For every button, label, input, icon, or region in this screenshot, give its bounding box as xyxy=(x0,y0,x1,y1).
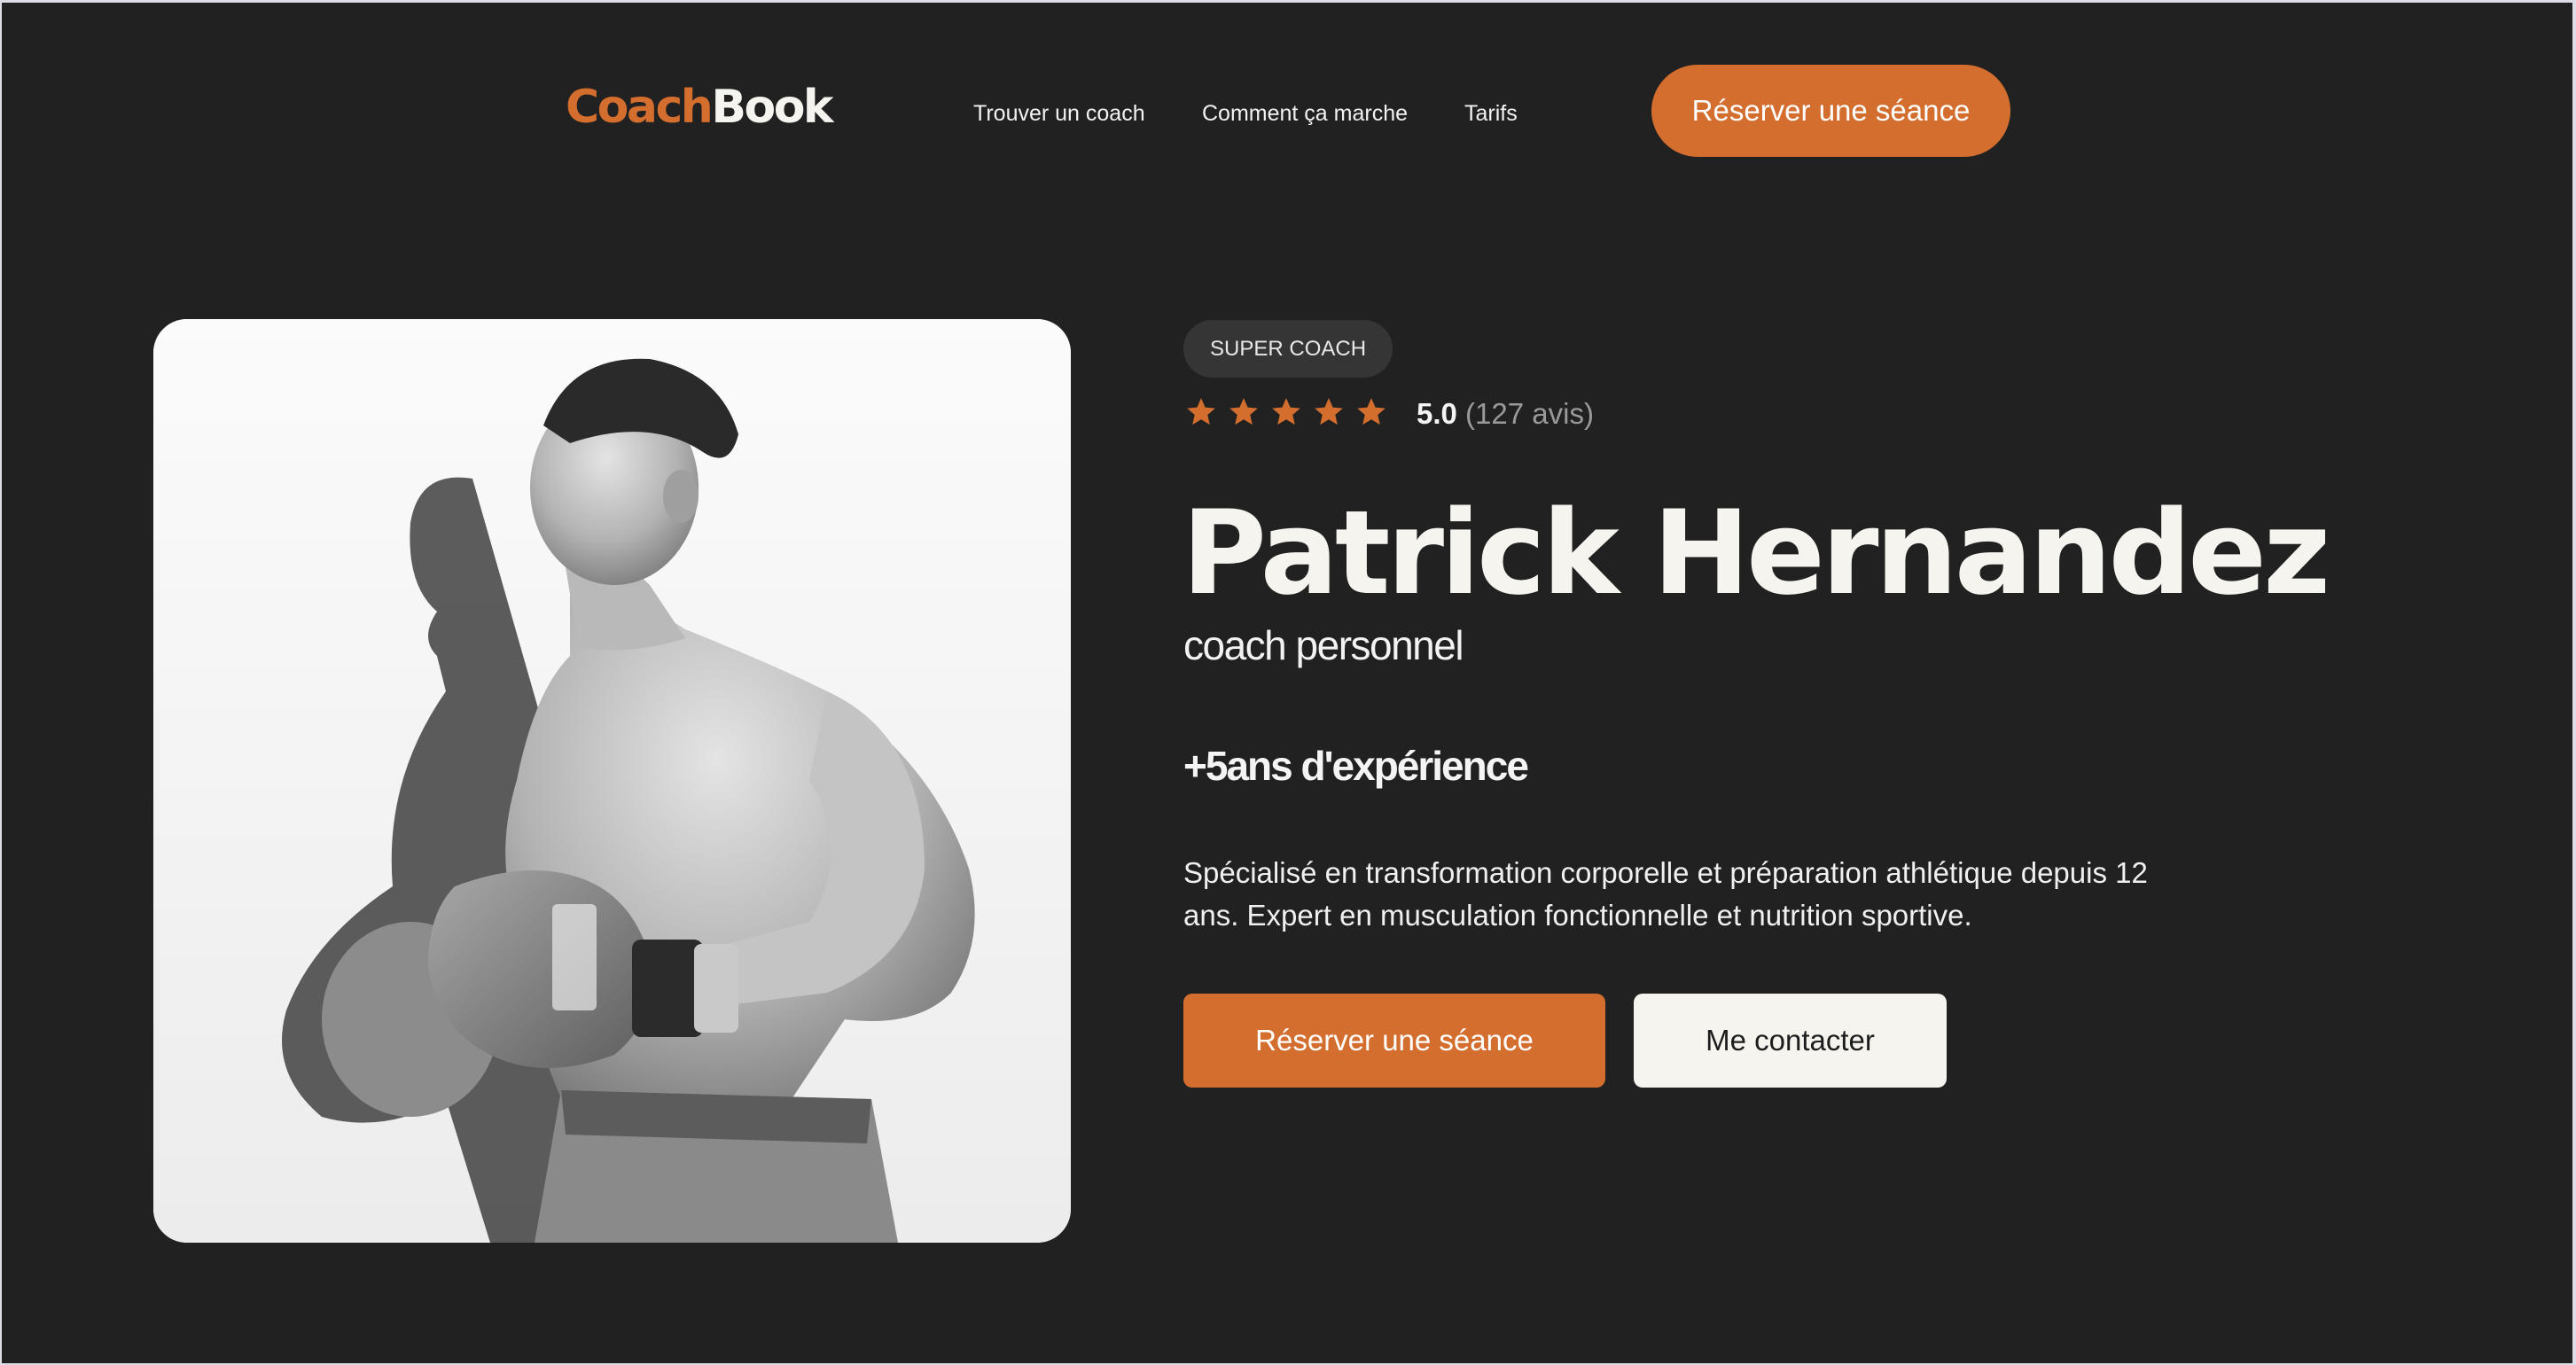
logo[interactable]: CoachBook xyxy=(566,84,833,130)
star-icon xyxy=(1357,398,1386,425)
coach-role: coach personnel xyxy=(1183,622,1464,668)
coach-photo xyxy=(153,319,1071,1243)
coach-photo-illustration xyxy=(153,319,1071,1243)
super-coach-badge: SUPER COACH xyxy=(1183,320,1393,378)
rating-review-count: (127 avis) xyxy=(1465,397,1594,430)
logo-part-coach: Coach xyxy=(566,81,714,134)
nav-link-how-it-works[interactable]: Comment ça marche xyxy=(1202,100,1408,127)
coach-experience: +5ans d'expérience xyxy=(1183,743,1529,789)
star-icon xyxy=(1272,398,1300,425)
star-icon xyxy=(1315,398,1343,425)
star-icon xyxy=(1187,398,1215,425)
nav-link-pricing[interactable]: Tarifs xyxy=(1464,100,1518,127)
rating-stars xyxy=(1184,395,1388,433)
logo-part-book: Book xyxy=(711,81,833,134)
contact-button[interactable]: Me contacter xyxy=(1634,994,1947,1088)
coach-name: Patrick Hernandez xyxy=(1182,485,2330,620)
nav-book-session-button[interactable]: Réserver une séance xyxy=(1651,65,2010,157)
book-session-button[interactable]: Réserver une séance xyxy=(1183,994,1605,1088)
star-icon xyxy=(1229,398,1258,425)
rating-score: 5.0 xyxy=(1417,397,1457,430)
page: CoachBook Trouver un coach Comment ça ma… xyxy=(2,3,2572,1363)
nav-link-find-coach[interactable]: Trouver un coach xyxy=(973,100,1145,127)
rating-text: 5.0 (127 avis) xyxy=(1417,396,1594,432)
coach-description: Spécialisé en transformation corporelle … xyxy=(1183,856,2148,932)
